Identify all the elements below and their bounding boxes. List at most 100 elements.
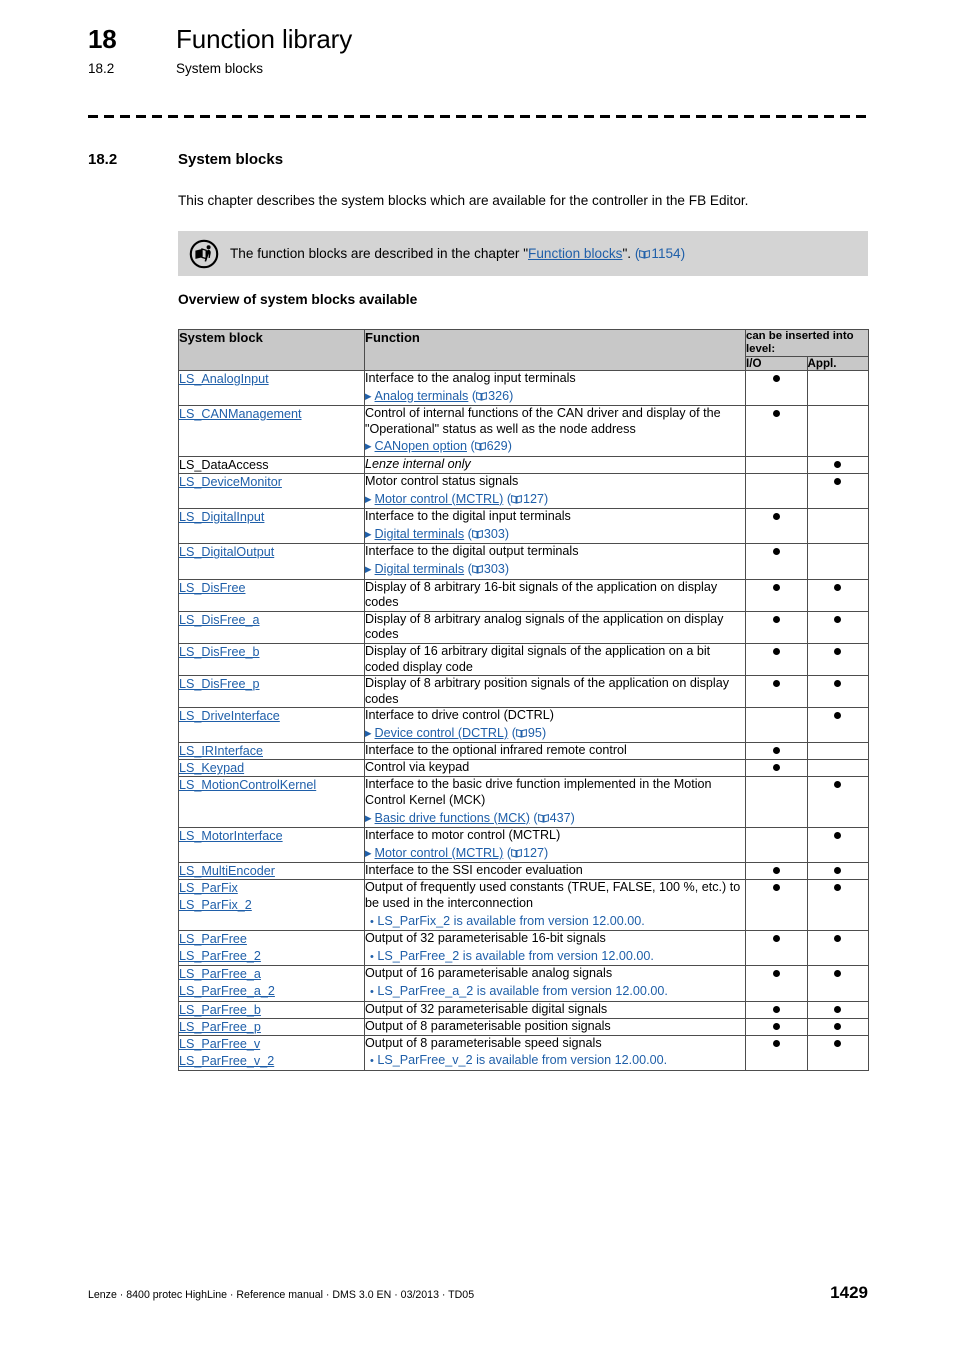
function-description: Interface to the basic drive function im… xyxy=(365,777,712,808)
cell-function: Display of 8 arbitrary position signals … xyxy=(364,675,746,709)
cell-function: Interface to the SSI encoder evaluation xyxy=(364,862,746,881)
function-description: Display of 8 arbitrary analog signals of… xyxy=(365,611,724,642)
cross-reference-page-number: 303 xyxy=(483,526,505,541)
cross-reference-link[interactable]: Device control (DCTRL) xyxy=(375,726,509,740)
system-block-link[interactable]: LS_ParFix_2 xyxy=(179,898,252,912)
cell-system-block: LS_AnalogInput xyxy=(178,369,365,407)
bullet-icon: • xyxy=(370,986,374,998)
cell-appl xyxy=(806,455,869,474)
system-block-link[interactable]: LS_ParFree_p xyxy=(179,1020,261,1034)
availability-dot xyxy=(772,513,780,521)
system-block-link[interactable]: LS_DigitalOutput xyxy=(179,545,274,559)
system-block-link[interactable]: LS_MotionControlKernel xyxy=(179,778,316,792)
cell-function: Output of 32 parameterisable 16-bit sign… xyxy=(364,930,746,967)
cell-appl xyxy=(806,759,869,778)
cell-system-block: LS_ParFree_b xyxy=(178,1000,365,1019)
system-block-link[interactable]: LS_DriveInterface xyxy=(179,709,280,723)
running-header-section-number: 18.2 xyxy=(88,61,115,76)
cell-appl xyxy=(806,827,869,864)
table-row: LS_AnalogInput Interface to the analog in… xyxy=(178,369,869,407)
column-header-system-block: System block xyxy=(178,329,365,371)
table-row: LS_DataAccess Lenze internal only xyxy=(178,455,869,474)
cross-reference-link[interactable]: Basic drive functions (MCK) xyxy=(375,811,530,825)
system-block-link[interactable]: LS_ParFree_a xyxy=(179,967,261,981)
system-block-link[interactable]: LS_ParFree xyxy=(179,932,247,946)
cross-reference-link[interactable]: Motor control (MCTRL) xyxy=(375,492,504,506)
cell-system-block: LS_DigitalOutput xyxy=(178,543,365,580)
system-block-link[interactable]: LS_IRInterface xyxy=(179,744,263,758)
system-block-link[interactable]: LS_Keypad xyxy=(179,761,244,775)
system-block-link[interactable]: LS_CANManagement xyxy=(179,407,302,421)
availability-dot xyxy=(772,583,780,591)
function-description: Output of 8 parameterisable speed signal… xyxy=(365,1035,602,1050)
column-header-level-group: can be inserted into level: xyxy=(745,329,869,357)
cross-reference-page[interactable]: (303) xyxy=(468,527,509,541)
cross-reference-page[interactable]: (127) xyxy=(507,846,548,860)
availability-dot xyxy=(772,1005,780,1013)
availability-dot xyxy=(772,548,780,556)
cross-reference-page[interactable]: (127) xyxy=(507,492,548,506)
system-block-link[interactable]: LS_DisFree_p xyxy=(179,677,260,691)
system-block-link[interactable]: LS_ParFix xyxy=(179,881,238,895)
cell-io xyxy=(745,405,808,457)
book-icon xyxy=(471,563,483,579)
system-block-link[interactable]: LS_ParFree_v xyxy=(179,1037,260,1051)
table-header-row-1: System block Function can be inserted in… xyxy=(178,329,869,371)
cross-reference-page[interactable]: (437) xyxy=(533,811,574,825)
system-block-link[interactable]: LS_AnalogInput xyxy=(179,372,269,386)
note-page-reference[interactable]: (1154) xyxy=(635,246,685,261)
system-block-name-line: LS_ParFree_2 xyxy=(179,948,364,964)
version-note-text: LS_ParFix_2 is available from version 12… xyxy=(377,913,645,928)
cell-appl xyxy=(806,1034,869,1071)
system-block-link[interactable]: LS_ParFree_b xyxy=(179,1003,261,1017)
document-page: 18 Function library 18.2 System blocks 1… xyxy=(0,0,954,1350)
system-block-name-line: LS_DisFree xyxy=(179,580,364,596)
system-block-name-line: LS_ParFix xyxy=(179,880,364,896)
cell-appl xyxy=(806,610,869,644)
cell-system-block: LS_DisFree_p xyxy=(178,675,365,709)
note-link[interactable]: Function blocks xyxy=(528,246,622,261)
cross-reference-link[interactable]: CANopen option xyxy=(375,439,467,453)
cell-function: Interface to the digital input terminals… xyxy=(364,508,746,545)
table-row: LS_ParFree_p Output of 8 parameterisable … xyxy=(178,1017,869,1036)
system-block-link[interactable]: LS_ParFree_v_2 xyxy=(179,1054,274,1068)
system-block-link[interactable]: LS_DisFree_a xyxy=(179,613,260,627)
cross-reference-page[interactable]: (629) xyxy=(470,439,511,453)
system-block-link[interactable]: LS_ParFree_2 xyxy=(179,949,261,963)
running-header-chapter-number: 18 xyxy=(88,24,117,54)
system-block-link[interactable]: LS_DisFree_b xyxy=(179,645,260,659)
system-block-name-line: LS_ParFree_p xyxy=(179,1019,364,1035)
function-description: Display of 16 arbitrary digital signals … xyxy=(365,643,711,674)
cross-reference-link[interactable]: Analog terminals xyxy=(375,389,469,403)
system-block-link[interactable]: LS_DeviceMonitor xyxy=(179,475,282,489)
cell-appl xyxy=(806,879,869,932)
cross-reference-link[interactable]: Digital terminals xyxy=(375,562,465,576)
system-block-link[interactable]: LS_ParFree_a_2 xyxy=(179,984,275,998)
cross-reference: ▶ Analog terminals (326) xyxy=(365,389,745,406)
cross-reference-link[interactable]: Motor control (MCTRL) xyxy=(375,846,504,860)
cell-function: Output of 16 parameterisable analog sign… xyxy=(364,965,746,1002)
bullet-icon: • xyxy=(370,1055,374,1068)
availability-dot xyxy=(772,375,780,382)
cell-appl xyxy=(806,1000,869,1019)
cross-reference-link[interactable]: Digital terminals xyxy=(375,527,465,541)
system-block-link[interactable]: LS_DigitalInput xyxy=(179,510,264,524)
cross-reference-page-number: 127 xyxy=(523,845,545,860)
note-text-before: The function blocks are described in the… xyxy=(230,245,529,261)
system-block-link[interactable]: LS_MotorInterface xyxy=(179,829,283,843)
book-icon xyxy=(511,493,522,509)
function-description: Motor control status signals xyxy=(365,473,519,488)
cell-io xyxy=(745,965,808,1002)
footer-page-number: 1429 xyxy=(830,1283,868,1302)
running-header: 18 Function library 18.2 System blocks xyxy=(88,24,868,76)
function-description: Control of internal functions of the CAN… xyxy=(365,406,721,436)
system-block-name-line: LS_AnalogInput xyxy=(179,371,364,387)
system-block-link[interactable]: LS_MultiEncoder xyxy=(179,864,275,878)
cell-system-block: LS_ParFree_p xyxy=(178,1017,365,1036)
cell-system-block: LS_DisFree xyxy=(178,578,365,612)
system-block-link[interactable]: LS_DisFree xyxy=(179,581,246,595)
header-divider xyxy=(88,115,868,118)
cross-reference-page[interactable]: (326) xyxy=(472,389,513,403)
cross-reference-page[interactable]: (303) xyxy=(468,562,509,576)
cross-reference-page[interactable]: (95) xyxy=(512,726,546,740)
